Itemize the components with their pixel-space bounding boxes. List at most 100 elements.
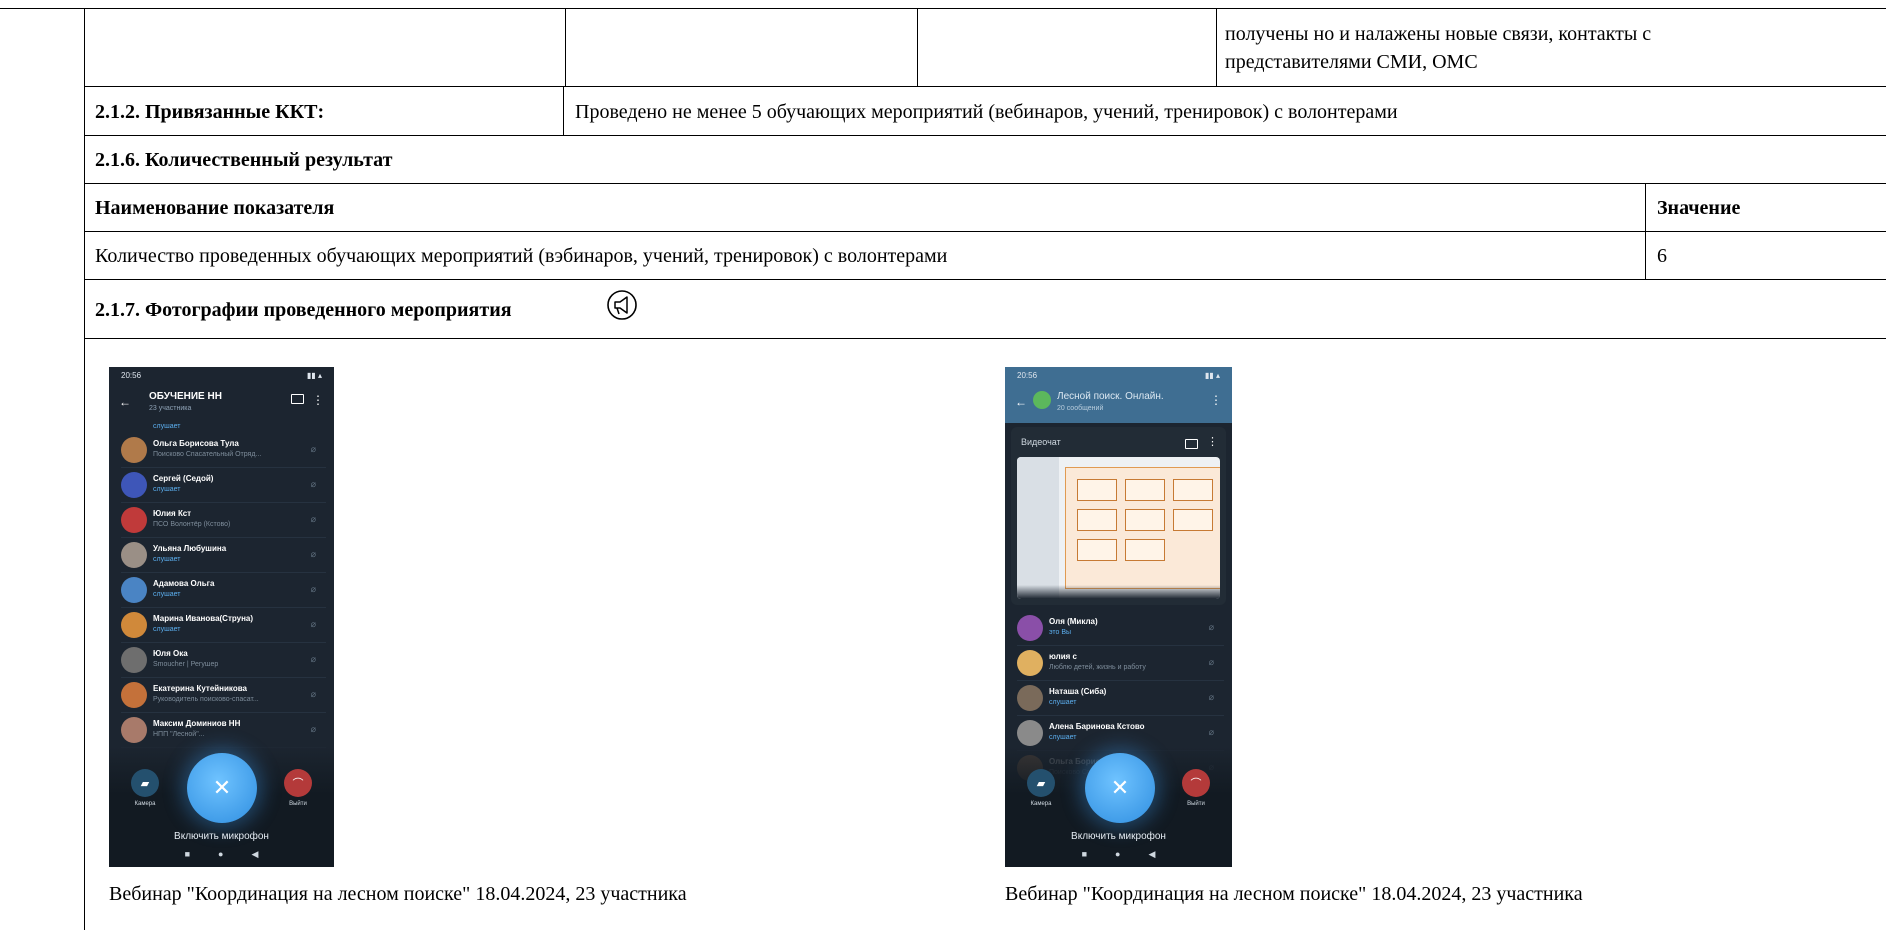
top-row-text-line2: представителями СМИ, ОМС [1225, 51, 1478, 73]
back-arrow-icon: ← [1015, 395, 1027, 409]
more-menu-icon: ⋮ [1207, 436, 1218, 448]
photo-caption-1: Вебинар "Координация на лесном поиске" 1… [109, 883, 687, 905]
avatar [121, 542, 147, 568]
top-row-text-line1: получены но и налажены новые связи, конт… [1225, 23, 1652, 45]
list-item: слушает [153, 423, 181, 430]
member-status: Люблю детей, жизнь и работу [1049, 664, 1146, 671]
col-separator [1645, 183, 1646, 279]
member-name: Юлия Кст [153, 509, 192, 518]
chat-title: ОБУЧЕНИЕ НН [149, 391, 222, 402]
call-controls: ▰ Камера ✕ ⌒ Выйти Включить микрофон ■●◀ [109, 747, 334, 867]
table-row-border [84, 231, 1886, 232]
member-status: ПСО Волонтёр (Кстово) [153, 521, 231, 528]
screen-cast-icon [291, 394, 304, 404]
list-item: Ольга Борисова Тула Поисково Спасательный… [121, 433, 326, 468]
avatar [121, 472, 147, 498]
chat-subtitle: 23 участника [149, 405, 192, 412]
table-row-border [84, 183, 1886, 184]
list-item: Алена Баринова Кстово слушает ⌀ [1017, 716, 1224, 751]
list-item: Оля (Микла) это Вы ⌀ [1017, 611, 1224, 646]
column-header-name: Наименование показателя [95, 197, 335, 219]
col-separator [917, 8, 918, 86]
avatar [1017, 650, 1043, 676]
member-name: Ольга Борисова Тула [153, 439, 239, 448]
member-status: слушает [153, 626, 181, 633]
leave-call-button: ⌒ [284, 769, 312, 797]
member-status: это Вы [1049, 629, 1072, 636]
col-separator [1216, 8, 1217, 86]
microphone-button: ✕ [187, 753, 257, 823]
avatar [121, 577, 147, 603]
avatar [1017, 720, 1043, 746]
muted-mic-icon: ⌀ [310, 724, 316, 734]
member-name: Марина Иванова(Струна) [153, 614, 254, 623]
member-name: Сергей (Седой) [153, 474, 214, 483]
muted-mic-icon: ⌀ [310, 619, 316, 629]
enable-mic-label: Включить микрофон [174, 831, 269, 842]
member-name: юлия с [1049, 652, 1077, 661]
member-status: слушает [153, 556, 181, 563]
member-name: Адамова Ольга [153, 579, 215, 588]
muted-mic-icon: ⌀ [310, 689, 316, 699]
list-item: Максим Доминиов НН НПП "Лесной"... ⌀ [121, 713, 326, 748]
chat-subtitle: 20 сообщений [1057, 405, 1104, 412]
member-status: слушает [1049, 734, 1077, 741]
muted-mic-icon: ⌀ [310, 549, 316, 559]
chat-header: ← ОБУЧЕНИЕ НН 23 участника ⋮ [109, 385, 334, 419]
member-status: Поисково Спасательный Отряд... [153, 451, 262, 458]
photo-screenshot-2: 20:56 ▮▮ ▴ ← Лесной поиск. Онлайн. 20 со… [1005, 367, 1232, 867]
avatar [121, 437, 147, 463]
table-row-border [84, 86, 1886, 87]
chat-title: Лесной поиск. Онлайн. [1057, 391, 1164, 402]
indicator-name: Количество проведенных обучающих меропри… [95, 245, 948, 267]
camera-button: ▰ [1027, 769, 1055, 797]
member-status: слушает [153, 486, 181, 493]
more-menu-icon: ⋮ [312, 393, 324, 407]
call-controls: ▰ Камера ✕ ⌒ Выйти Включить микрофон ■●◀ [1005, 747, 1232, 867]
list-item: Сергей (Седой) слушает ⌀ [121, 468, 326, 503]
megaphone-icon [606, 289, 638, 321]
muted-mic-icon: ⌀ [310, 479, 316, 489]
table-row-border [84, 279, 1886, 280]
kkt-value: Проведено не менее 5 обучающих мероприят… [575, 101, 1398, 123]
list-item: Екатерина Кутейникова Руководитель поиско… [121, 678, 326, 713]
table-top-border [0, 8, 1886, 9]
camera-label: Камера [1030, 801, 1052, 807]
list-item: Юлия Кст ПСО Волонтёр (Кстово) ⌀ [121, 503, 326, 538]
member-name: Екатерина Кутейникова [153, 684, 247, 693]
indicator-value: 6 [1657, 245, 1667, 267]
quant-result-title: 2.1.6. Количественный результат [95, 149, 393, 171]
list-item: Марина Иванова(Струна) слушает ⌀ [121, 608, 326, 643]
photo-caption-2: Вебинар "Координация на лесном поиске" 1… [1005, 883, 1583, 905]
list-item: Наташа (Сиба) слушает ⌀ [1017, 681, 1224, 716]
table-row-border [84, 338, 1886, 339]
member-name: Максим Доминиов НН [153, 719, 241, 728]
member-name: Юля Ока [153, 649, 188, 658]
list-item: юлия с Люблю детей, жизнь и работу ⌀ [1017, 646, 1224, 681]
avatar [121, 682, 147, 708]
phone-status-bar: 20:56 ▮▮ ▴ [1017, 371, 1220, 380]
list-item: Юля Ока Smoucher | Регушер ⌀ [121, 643, 326, 678]
muted-mic-icon: ⌀ [310, 514, 316, 524]
microphone-button: ✕ [1085, 753, 1155, 823]
leave-label: Выйти [289, 801, 307, 807]
member-status: Руководитель поисково-спасат... [153, 696, 259, 703]
col-separator [565, 8, 566, 86]
member-name: Ульяна Любушина [153, 544, 227, 553]
muted-mic-icon: ⌀ [310, 654, 316, 664]
member-list: слушает Ольга Борисова Тула Поисково Спас… [121, 423, 326, 748]
muted-mic-icon: ⌀ [1208, 692, 1214, 702]
avatar [1017, 615, 1043, 641]
member-status: слушает [1049, 699, 1077, 706]
videochat-label: Видеочат [1021, 437, 1061, 447]
member-name: Оля (Микла) [1049, 617, 1098, 626]
left-margin-line [84, 8, 85, 930]
back-arrow-icon: ← [119, 395, 131, 409]
column-header-value: Значение [1657, 197, 1741, 219]
enable-mic-label: Включить микрофон [1071, 831, 1166, 842]
member-status: Smoucher | Регушер [153, 661, 219, 668]
photo-screenshot-1: 20:56 ▮▮ ▴ ← ОБУЧЕНИЕ НН 23 участника ⋮ … [109, 367, 334, 867]
member-name: Наташа (Сиба) [1049, 687, 1107, 696]
leave-call-button: ⌒ [1182, 769, 1210, 797]
muted-mic-icon: ⌀ [1208, 622, 1214, 632]
